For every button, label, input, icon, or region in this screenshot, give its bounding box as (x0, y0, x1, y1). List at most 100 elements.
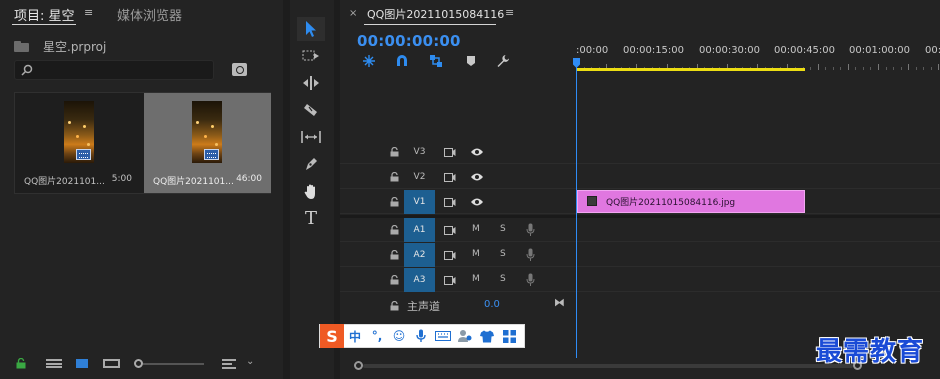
track-lock-icon[interactable] (390, 250, 399, 260)
snap-magnet-icon[interactable] (395, 54, 409, 68)
sequence-icon (76, 149, 91, 160)
track-lock-icon[interactable] (390, 147, 399, 157)
panel-menu-icon[interactable]: ≡ (505, 6, 514, 19)
sync-lock-icon[interactable] (444, 276, 456, 285)
master-volume-value[interactable]: 0.0 (484, 299, 500, 310)
ripple-edit-tool[interactable] (297, 71, 325, 95)
sequence-tab[interactable]: QQ图片20211015084116 (367, 6, 504, 22)
clip-item-selected[interactable]: QQ图片2021101... 46:00 (144, 93, 271, 193)
sort-icon[interactable] (222, 359, 236, 369)
chevron-down-icon[interactable]: ⌄ (246, 356, 254, 367)
track-lock-icon[interactable] (390, 197, 399, 207)
track-name[interactable]: V2 (404, 165, 435, 189)
search-icon (21, 64, 33, 76)
ruler-tick (840, 67, 842, 70)
razor-tool[interactable] (297, 98, 325, 122)
toolbox-grid-icon[interactable] (498, 324, 520, 348)
keyboard-icon[interactable] (432, 324, 454, 348)
new-search-bin-icon[interactable] (232, 63, 247, 76)
microphone-icon[interactable] (526, 223, 535, 237)
master-track-row[interactable]: 主声道 0.0 ⧓ (340, 294, 940, 318)
ruler-tick (862, 67, 864, 70)
add-marker-icon[interactable] (464, 54, 478, 68)
panel-menu-icon[interactable]: ≡ (84, 6, 93, 19)
selection-tool[interactable] (297, 17, 325, 41)
sync-lock-icon[interactable] (444, 198, 456, 207)
track-name[interactable]: V3 (404, 140, 435, 164)
mute-button[interactable]: M (472, 274, 480, 284)
solo-button[interactable]: S (500, 224, 506, 234)
type-tool[interactable]: T (297, 206, 325, 230)
search-box[interactable] (14, 60, 214, 80)
track-lock-icon[interactable] (390, 275, 399, 285)
track-row-v2[interactable]: V2 (340, 165, 940, 189)
emoji-icon[interactable]: ☺ (388, 324, 410, 348)
tab-project[interactable]: 项目: 星空 (14, 5, 75, 24)
track-name-targeted[interactable]: V1 (404, 190, 435, 214)
lock-icon[interactable] (16, 358, 26, 369)
track-row-a2[interactable]: A2 M S (340, 243, 940, 267)
punctuation-toggle[interactable]: °, (366, 324, 388, 348)
slip-tool[interactable] (297, 125, 325, 149)
track-name-targeted[interactable]: A2 (404, 243, 435, 267)
track-row-a3[interactable]: A3 M S (340, 268, 940, 292)
thumbnail-zoom-slider[interactable] (134, 359, 204, 368)
scroll-handle-left[interactable] (354, 361, 363, 370)
clip-item[interactable]: QQ图片2021101... 5:00 (15, 93, 143, 193)
pen-tool[interactable] (297, 152, 325, 176)
ruler-tick (855, 67, 857, 70)
close-icon[interactable]: × (349, 8, 357, 19)
person-icon[interactable] (454, 324, 476, 348)
track-lock-icon[interactable] (390, 225, 399, 235)
track-row-v3[interactable]: V3 (340, 140, 940, 164)
ruler-tick (870, 67, 872, 70)
skin-shirt-icon[interactable] (476, 324, 498, 348)
track-lock-icon[interactable] (390, 301, 399, 311)
search-input[interactable] (39, 63, 209, 77)
ruler-label: 00:01:15:00 (925, 45, 940, 56)
track-select-forward-tool[interactable] (297, 44, 325, 68)
razor-icon (304, 104, 317, 116)
chinese-mode-toggle[interactable]: 中 (344, 324, 366, 348)
icon-view-icon[interactable] (76, 359, 88, 368)
timeline-scrollbar[interactable] (354, 361, 862, 371)
pen-icon (306, 158, 317, 170)
sync-lock-icon[interactable] (444, 251, 456, 260)
track-header: V1 (340, 190, 576, 214)
project-tabbar: 项目: 星空 ≡ 媒体浏览器 (0, 0, 283, 26)
tab-media-browser[interactable]: 媒体浏览器 (117, 5, 182, 24)
playhead-timecode[interactable]: 00:00:00:00 (357, 32, 461, 50)
go-to-end-icon[interactable]: ⧓ (554, 296, 565, 309)
scroll-track[interactable] (363, 364, 853, 368)
mute-button[interactable]: M (472, 249, 480, 259)
freeform-view-icon[interactable] (103, 359, 120, 368)
timeline-clip[interactable]: QQ图片20211015084116.jpg (577, 190, 805, 213)
time-ruler[interactable]: :00:00 00:00:15:00 00:00:30:00 00:00:45:… (573, 40, 940, 76)
solo-button[interactable]: S (500, 249, 506, 259)
sync-lock-icon[interactable] (444, 173, 456, 182)
ruler-tick (810, 67, 812, 70)
track-row-a1[interactable]: A1 M S (340, 218, 940, 242)
wrench-icon[interactable] (496, 54, 510, 68)
mute-button[interactable]: M (472, 224, 480, 234)
sync-lock-icon[interactable] (444, 148, 456, 157)
microphone-icon[interactable] (526, 273, 535, 287)
hand-tool[interactable] (297, 179, 325, 203)
track-lock-icon[interactable] (390, 172, 399, 182)
microphone-icon[interactable] (526, 248, 535, 262)
track-name-targeted[interactable]: A3 (404, 268, 435, 292)
zoom-handle[interactable] (134, 359, 143, 368)
list-view-icon[interactable] (46, 359, 62, 368)
voice-icon[interactable] (410, 324, 432, 348)
work-area-bar[interactable] (576, 68, 805, 71)
eye-icon[interactable] (470, 197, 484, 207)
sogou-logo[interactable]: S (320, 324, 344, 348)
track-name-targeted[interactable]: A1 (404, 218, 435, 242)
eye-icon[interactable] (470, 172, 484, 182)
sync-lock-icon[interactable] (444, 226, 456, 235)
playhead-line[interactable] (576, 58, 577, 358)
insert-sequence-as-nest-icon[interactable] (362, 54, 376, 68)
linked-selection-icon[interactable] (429, 54, 443, 68)
solo-button[interactable]: S (500, 274, 506, 284)
eye-icon[interactable] (470, 147, 484, 157)
